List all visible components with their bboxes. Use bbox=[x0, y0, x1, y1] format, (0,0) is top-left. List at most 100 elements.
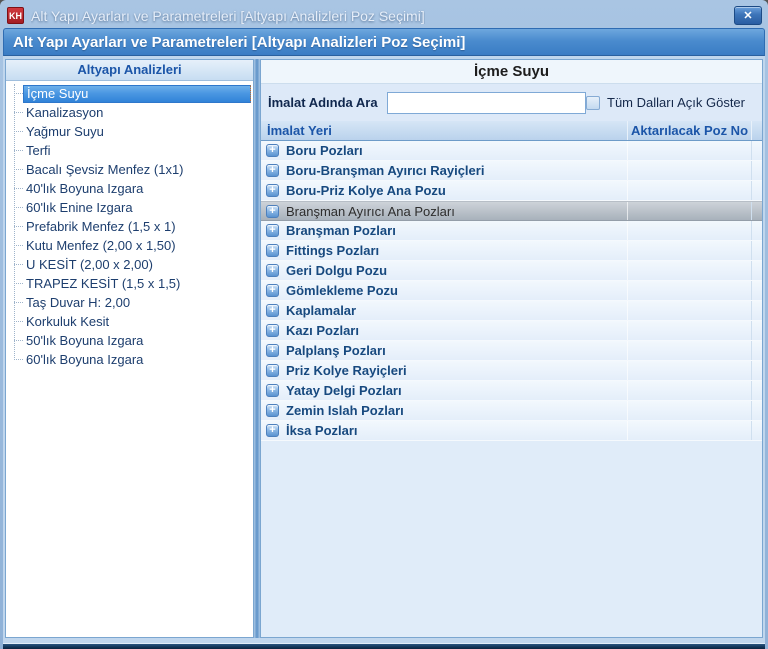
row-poz-no-cell bbox=[628, 281, 752, 300]
table-row[interactable]: + Boru-Branşman Ayırıcı Rayiçleri bbox=[261, 161, 762, 181]
expand-plus-icon[interactable]: + bbox=[266, 384, 279, 397]
table-row[interactable]: + Branşman Pozları bbox=[261, 221, 762, 241]
table-row[interactable]: +Zemin Islah Pozları bbox=[261, 401, 762, 421]
grid-header: İmalat Yeri Aktarılacak Poz No bbox=[261, 121, 762, 141]
window-title: Alt Yapı Ayarları ve Parametreleri [Alty… bbox=[31, 8, 425, 24]
expand-plus-icon[interactable]: + bbox=[266, 224, 279, 237]
row-imalat-yeri-cell: + Branşman Ayırıcı Ana Pozları bbox=[261, 202, 628, 220]
column-header-poz-no[interactable]: Aktarılacak Poz No bbox=[628, 121, 752, 140]
row-poz-no-cell bbox=[628, 161, 752, 180]
tree-item[interactable]: Terfi bbox=[6, 141, 251, 160]
tree-item[interactable]: 40'lık Boyuna Izgara bbox=[6, 179, 251, 198]
column-header-imalat-yeri[interactable]: İmalat Yeri bbox=[261, 121, 628, 140]
expand-plus-icon[interactable]: + bbox=[266, 404, 279, 417]
expand-plus-icon[interactable]: + bbox=[266, 324, 279, 337]
row-label: Branşman Ayırıcı Ana Pozları bbox=[286, 204, 455, 219]
row-poz-no-cell bbox=[628, 361, 752, 380]
analysis-panel-header: Altyapı Analizleri bbox=[6, 60, 253, 81]
tree-item-label: İçme Suyu bbox=[23, 85, 251, 103]
row-poz-no-cell bbox=[628, 202, 752, 220]
row-poz-no-cell bbox=[628, 261, 752, 280]
table-row[interactable]: + Boru-Priz Kolye Ana Pozu bbox=[261, 181, 762, 201]
expand-plus-icon[interactable]: + bbox=[266, 424, 279, 437]
row-imalat-yeri-cell: +Geri Dolgu Pozu bbox=[261, 261, 628, 280]
tree-item[interactable]: Prefabrik Menfez (1,5 x 1) bbox=[6, 217, 251, 236]
tree-item-label: 50'lık Boyuna Izgara bbox=[23, 332, 251, 349]
tree-item[interactable]: 60'lık Enine Izgara bbox=[6, 198, 251, 217]
expand-plus-icon[interactable]: + bbox=[266, 164, 279, 177]
tree-item[interactable]: TRAPEZ KESİT (1,5 x 1,5) bbox=[6, 274, 251, 293]
table-row[interactable]: +Geri Dolgu Pozu bbox=[261, 261, 762, 281]
row-poz-no-cell bbox=[628, 401, 752, 420]
row-imalat-yeri-cell: + Palplanş Pozları bbox=[261, 341, 628, 360]
tree-item[interactable]: Taş Duvar H: 2,00 bbox=[6, 293, 251, 312]
poz-panel-title: İçme Suyu bbox=[261, 60, 762, 84]
tree-item-label: Kanalizasyon bbox=[23, 104, 251, 121]
tree-item[interactable]: İçme Suyu bbox=[6, 84, 251, 103]
expand-all-label: Tüm Dalları Açık Göster bbox=[607, 95, 745, 110]
expand-plus-icon[interactable]: + bbox=[266, 344, 279, 357]
search-label: İmalat Adında Ara bbox=[268, 95, 378, 110]
dialog-body: Altyapı Analizleri İçme SuyuKanalizasyon… bbox=[3, 56, 765, 643]
tree-item-label: Taş Duvar H: 2,00 bbox=[23, 294, 251, 311]
tree-item[interactable]: Korkuluk Kesit bbox=[6, 312, 251, 331]
table-row[interactable]: + Palplanş Pozları bbox=[261, 341, 762, 361]
row-imalat-yeri-cell: + Boru-Branşman Ayırıcı Rayiçleri bbox=[261, 161, 628, 180]
expand-plus-icon[interactable]: + bbox=[266, 144, 279, 157]
search-input[interactable] bbox=[387, 92, 586, 114]
row-label: Boru-Priz Kolye Ana Pozu bbox=[286, 183, 446, 198]
row-imalat-yeri-cell: + Gömlekleme Pozu bbox=[261, 281, 628, 300]
row-label: İksa Pozları bbox=[286, 423, 358, 438]
table-row[interactable]: + İksa Pozları bbox=[261, 421, 762, 441]
table-row[interactable]: + Yatay Delgi Pozları bbox=[261, 381, 762, 401]
tree-item-label: Korkuluk Kesit bbox=[23, 313, 251, 330]
table-row[interactable]: + Branşman Ayırıcı Ana Pozları bbox=[261, 201, 762, 221]
row-label: Gömlekleme Pozu bbox=[286, 283, 398, 298]
table-row[interactable]: + Fittings Pozları bbox=[261, 241, 762, 261]
tree-item[interactable]: Kanalizasyon bbox=[6, 103, 251, 122]
table-row[interactable]: + Kazı Pozları bbox=[261, 321, 762, 341]
tree-item-label: Prefabrik Menfez (1,5 x 1) bbox=[23, 218, 251, 235]
expand-plus-icon[interactable]: + bbox=[266, 304, 279, 317]
table-row[interactable]: +Kaplamalar bbox=[261, 301, 762, 321]
expand-all-checkbox[interactable] bbox=[586, 96, 600, 110]
row-label: Branşman Pozları bbox=[286, 223, 396, 238]
row-poz-no-cell bbox=[628, 221, 752, 240]
expand-plus-icon[interactable]: + bbox=[266, 264, 279, 277]
row-label: Boru-Branşman Ayırıcı Rayiçleri bbox=[286, 163, 484, 178]
tree-item[interactable]: 60'lık Boyuna Izgara bbox=[6, 350, 251, 369]
expand-plus-icon[interactable]: + bbox=[266, 244, 279, 257]
tree-item[interactable]: Kutu Menfez (2,00 x 1,50) bbox=[6, 236, 251, 255]
tree-item[interactable]: Yağmur Suyu bbox=[6, 122, 251, 141]
close-button[interactable]: ✕ bbox=[734, 6, 762, 25]
tree-item[interactable]: 50'lık Boyuna Izgara bbox=[6, 331, 251, 350]
app-window: KH Alt Yapı Ayarları ve Parametreleri [A… bbox=[0, 0, 768, 649]
tree-item[interactable]: U KESİT (2,00 x 2,00) bbox=[6, 255, 251, 274]
expand-plus-icon[interactable]: + bbox=[266, 184, 279, 197]
expand-plus-icon[interactable]: + bbox=[266, 205, 279, 218]
title-bar[interactable]: KH Alt Yapı Ayarları ve Parametreleri [A… bbox=[3, 3, 765, 28]
row-imalat-yeri-cell: +Kaplamalar bbox=[261, 301, 628, 320]
row-label: Yatay Delgi Pozları bbox=[286, 383, 402, 398]
table-row[interactable]: +Boru Pozları bbox=[261, 141, 762, 161]
tree-item-label: 60'lık Boyuna Izgara bbox=[23, 351, 251, 368]
row-label: Fittings Pozları bbox=[286, 243, 379, 258]
table-row[interactable]: +Priz Kolye Rayiçleri bbox=[261, 361, 762, 381]
analysis-panel: Altyapı Analizleri İçme SuyuKanalizasyon… bbox=[5, 59, 254, 638]
row-poz-no-cell bbox=[628, 301, 752, 320]
tree-item-label: 60'lık Enine Izgara bbox=[23, 199, 251, 216]
tree-item-label: Bacalı Şevsiz Menfez (1x1) bbox=[23, 161, 251, 178]
tree-item[interactable]: Bacalı Şevsiz Menfez (1x1) bbox=[6, 160, 251, 179]
row-label: Kazı Pozları bbox=[286, 323, 359, 338]
poz-panel: İçme Suyu İmalat Adında Ara Tüm Dalları … bbox=[260, 59, 763, 638]
expand-all-group: Tüm Dalları Açık Göster bbox=[586, 95, 745, 110]
row-imalat-yeri-cell: +Boru Pozları bbox=[261, 141, 628, 160]
row-imalat-yeri-cell: + Yatay Delgi Pozları bbox=[261, 381, 628, 400]
table-row[interactable]: + Gömlekleme Pozu bbox=[261, 281, 762, 301]
row-imalat-yeri-cell: + İksa Pozları bbox=[261, 421, 628, 440]
row-label: Palplanş Pozları bbox=[286, 343, 386, 358]
row-poz-no-cell bbox=[628, 421, 752, 440]
search-row: İmalat Adında Ara Tüm Dalları Açık Göste… bbox=[261, 84, 762, 121]
expand-plus-icon[interactable]: + bbox=[266, 364, 279, 377]
expand-plus-icon[interactable]: + bbox=[266, 284, 279, 297]
